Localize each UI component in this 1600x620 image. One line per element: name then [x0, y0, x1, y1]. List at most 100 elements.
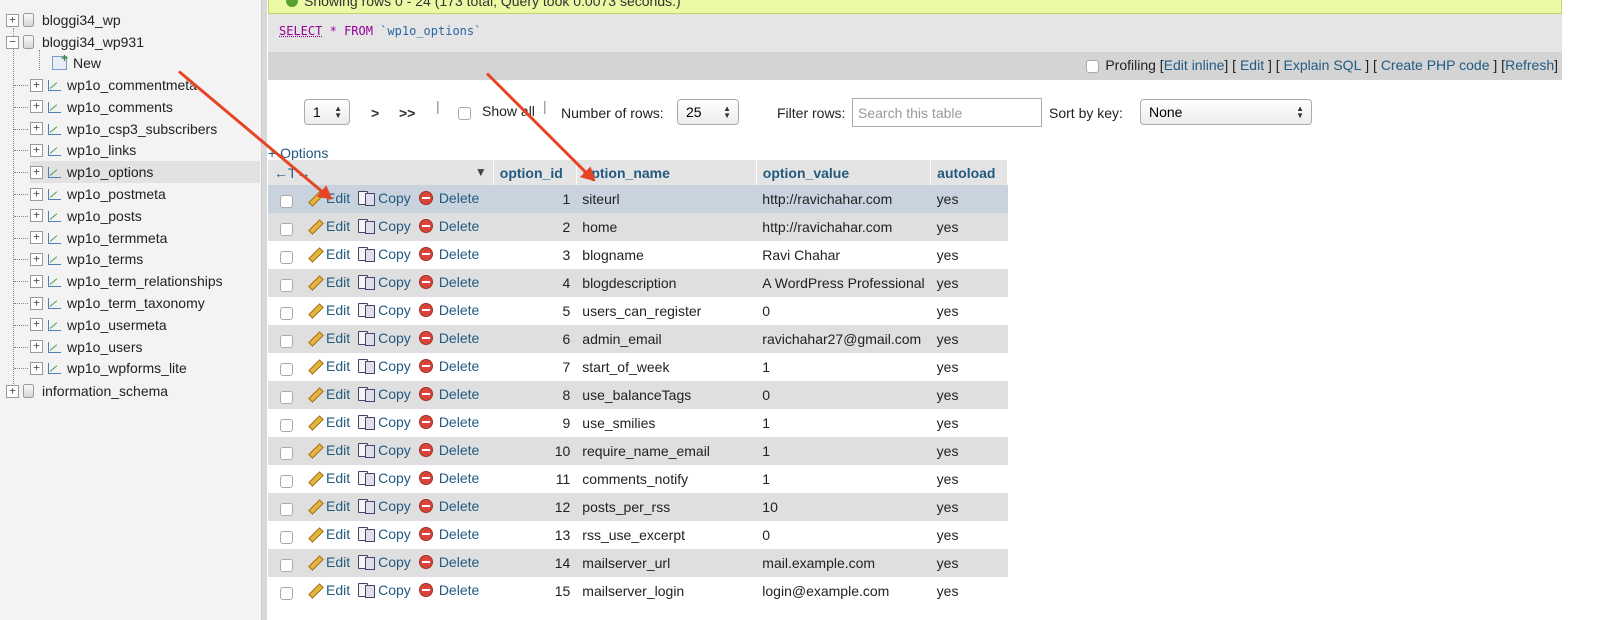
cell-option-id[interactable]: 1: [493, 185, 577, 213]
cell-option-value[interactable]: login@example.com: [756, 577, 931, 605]
sidebar-table-item[interactable]: + wp1o_csp3_subscribers: [30, 118, 260, 140]
table-name[interactable]: wp1o_wpforms_lite: [67, 360, 187, 376]
expand-icon[interactable]: +: [30, 231, 43, 245]
cell-option-value[interactable]: http://ravichahar.com: [756, 213, 931, 241]
table-row[interactable]: Edit Copy Delete 11 comments_notify 1 yes: [268, 465, 1008, 493]
table-row[interactable]: Edit Copy Delete 9 use_smilies 1 yes: [268, 409, 1008, 437]
edit-row-button[interactable]: Edit: [307, 386, 350, 402]
table-row[interactable]: Edit Copy Delete 1 siteurl http://ravichahar.…: [268, 185, 1008, 213]
new-table-item[interactable]: New: [52, 51, 260, 74]
sidebar-table-item[interactable]: + wp1o_options: [30, 161, 260, 184]
table-row[interactable]: Edit Copy Delete 7 start_of_week 1 yes: [268, 353, 1008, 381]
delete-row-button[interactable]: Delete: [418, 554, 479, 570]
cell-option-value[interactable]: 0: [756, 381, 931, 409]
cell-option-id[interactable]: 3: [493, 241, 577, 269]
cell-autoload[interactable]: yes: [930, 185, 1008, 213]
cell-option-name[interactable]: mailserver_login: [576, 577, 757, 605]
edit-row-button[interactable]: Edit: [307, 526, 350, 542]
new-table-label[interactable]: New: [73, 55, 101, 71]
copy-row-button[interactable]: Copy: [358, 190, 411, 207]
show-all-checkbox[interactable]: [458, 107, 471, 120]
delete-row-button[interactable]: Delete: [418, 190, 479, 206]
expand-icon[interactable]: +: [30, 165, 43, 179]
cell-option-name[interactable]: use_smilies: [576, 409, 757, 437]
cell-option-id[interactable]: 11: [493, 465, 577, 493]
table-row[interactable]: Edit Copy Delete 4 blogdescription A WordPres…: [268, 269, 1008, 297]
sidebar-table-item[interactable]: + wp1o_comments: [30, 96, 260, 118]
sidebar-table-item[interactable]: + wp1o_postmeta: [30, 183, 260, 205]
cell-autoload[interactable]: yes: [930, 577, 1008, 605]
row-checkbox[interactable]: [280, 251, 293, 265]
create-php-link[interactable]: Create PHP code: [1381, 57, 1490, 73]
expand-icon[interactable]: +: [30, 318, 43, 332]
sidebar-table-item[interactable]: + wp1o_wpforms_lite: [30, 357, 260, 379]
copy-row-button[interactable]: Copy: [358, 386, 411, 403]
cell-option-value[interactable]: 0: [756, 297, 931, 325]
copy-row-button[interactable]: Copy: [358, 582, 411, 599]
explain-sql-link[interactable]: Explain SQL: [1284, 57, 1362, 73]
cell-option-id[interactable]: 8: [493, 381, 577, 409]
edit-row-button[interactable]: Edit: [307, 358, 350, 374]
cell-option-id[interactable]: 4: [493, 269, 577, 297]
sql-keyword[interactable]: SELECT: [279, 24, 322, 38]
row-checkbox[interactable]: [280, 531, 293, 545]
table-name[interactable]: wp1o_usermeta: [67, 317, 167, 333]
table-name[interactable]: wp1o_term_taxonomy: [67, 295, 205, 311]
cell-option-value[interactable]: 1: [756, 409, 931, 437]
edit-row-button[interactable]: Edit: [307, 302, 350, 318]
table-row[interactable]: Edit Copy Delete 10 require_name_email 1 yes: [268, 437, 1008, 465]
column-header-autoload[interactable]: autoload: [930, 160, 1009, 185]
row-checkbox[interactable]: [280, 335, 293, 349]
sidebar-table-item[interactable]: + wp1o_term_taxonomy: [30, 292, 260, 314]
delete-row-button[interactable]: Delete: [418, 498, 479, 514]
cell-autoload[interactable]: yes: [930, 325, 1008, 353]
last-page-button[interactable]: >>: [399, 105, 415, 121]
cell-autoload[interactable]: yes: [930, 213, 1008, 241]
expand-icon[interactable]: +: [30, 209, 43, 223]
row-checkbox[interactable]: [280, 559, 293, 573]
edit-link[interactable]: Edit: [1240, 57, 1264, 73]
cell-option-value[interactable]: 1: [756, 353, 931, 381]
cell-autoload[interactable]: yes: [930, 269, 1008, 297]
cell-autoload[interactable]: yes: [930, 549, 1008, 577]
edit-row-button[interactable]: Edit: [307, 330, 350, 346]
edit-row-button[interactable]: Edit: [307, 582, 350, 598]
cell-option-value[interactable]: 10: [756, 493, 931, 521]
column-header-option-value[interactable]: option_value: [756, 160, 932, 185]
cell-option-name[interactable]: blogname: [576, 241, 757, 269]
cell-option-name[interactable]: comments_notify: [576, 465, 757, 493]
row-checkbox[interactable]: [280, 587, 293, 601]
sidebar-table-item[interactable]: + wp1o_term_relationships: [30, 270, 260, 292]
delete-row-button[interactable]: Delete: [418, 582, 479, 598]
table-name[interactable]: wp1o_options: [67, 164, 153, 180]
page-select[interactable]: 1 ▲ ▼: [304, 99, 350, 125]
sidebar-table-item[interactable]: + wp1o_usermeta: [30, 314, 260, 336]
sidebar-table-item[interactable]: + wp1o_posts: [30, 205, 260, 227]
delete-row-button[interactable]: Delete: [418, 414, 479, 430]
edit-row-button[interactable]: Edit: [307, 246, 350, 262]
edit-row-button[interactable]: Edit: [307, 274, 350, 290]
delete-row-button[interactable]: Delete: [418, 274, 479, 290]
cell-option-name[interactable]: blogdescription: [576, 269, 757, 297]
cell-option-name[interactable]: admin_email: [576, 325, 757, 353]
sidebar-table-item[interactable]: + wp1o_terms: [30, 248, 260, 270]
cell-option-value[interactable]: http://ravichahar.com: [756, 185, 931, 213]
delete-row-button[interactable]: Delete: [418, 386, 479, 402]
cell-option-value[interactable]: 0: [756, 521, 931, 549]
delete-row-button[interactable]: Delete: [418, 442, 479, 458]
edit-inline-link[interactable]: Edit inline: [1164, 57, 1225, 73]
profiling-checkbox[interactable]: [1086, 60, 1100, 73]
row-checkbox[interactable]: [280, 503, 293, 517]
expand-icon[interactable]: +: [30, 143, 43, 157]
sidebar-table-item[interactable]: + wp1o_links: [30, 139, 260, 161]
expand-icon[interactable]: +: [6, 13, 19, 27]
table-name[interactable]: wp1o_links: [67, 142, 136, 158]
chevron-down-icon[interactable]: ▼: [475, 165, 487, 179]
cell-autoload[interactable]: yes: [930, 297, 1008, 325]
table-row[interactable]: Edit Copy Delete 5 users_can_register 0 yes: [268, 297, 1008, 325]
table-name[interactable]: wp1o_commentmeta: [67, 77, 197, 93]
copy-row-button[interactable]: Copy: [358, 246, 411, 263]
edit-row-button[interactable]: Edit: [307, 218, 350, 234]
sort-by-key-select[interactable]: None ▲ ▼: [1140, 99, 1312, 125]
expand-icon[interactable]: +: [30, 122, 43, 136]
